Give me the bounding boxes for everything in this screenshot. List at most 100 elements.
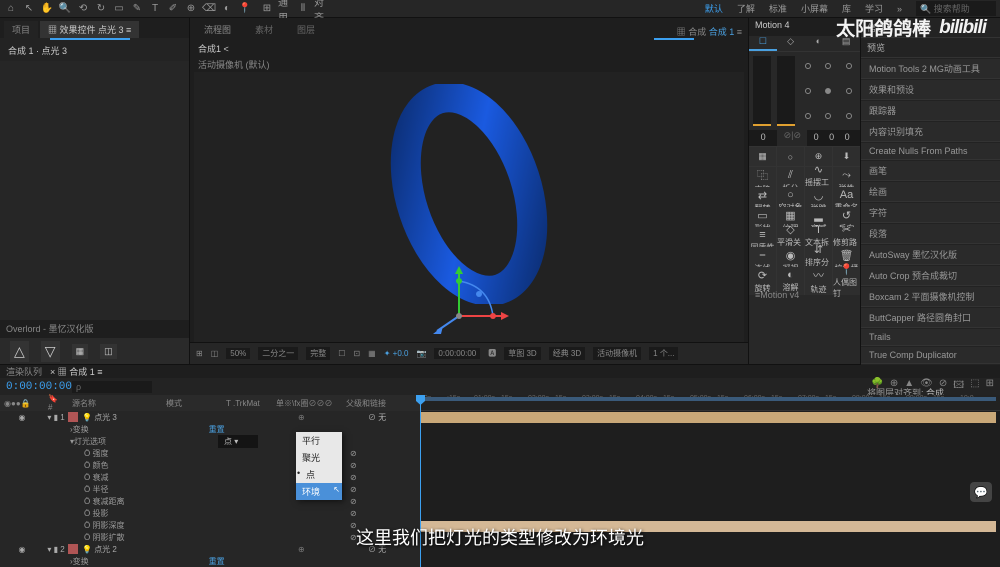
panel-跟踪器[interactable]: 跟踪器 [861,100,1000,120]
views-dropdown[interactable]: 1 个... [649,347,678,360]
motion-val-left[interactable]: 0 [749,130,777,146]
tool-brush[interactable]: ✐ [166,2,180,16]
prop-投影[interactable]: Ö 投影⊘ [0,507,420,519]
tl-icon-2[interactable]: ⊕ [890,378,898,395]
guide-icon[interactable]: ▦ [368,349,376,358]
panel-AutoSway 墨忆汉化版[interactable]: AutoSway 墨忆汉化版 [861,244,1000,264]
tool-orbit[interactable]: ⟲ [76,2,90,16]
overlord-tool-2[interactable]: ▽ [41,341,60,362]
motion-tab-2[interactable]: ◇ [777,36,805,51]
tool-pen[interactable]: ✎ [130,2,144,16]
overlord-tool-4[interactable]: ◫ [100,344,117,359]
transform-group[interactable]: › 变换重置 [0,423,420,435]
home-icon[interactable]: ⌂ [4,2,18,16]
panel-画笔[interactable]: 画笔 [861,160,1000,180]
tl-icon-5[interactable]: ⊘ [939,378,947,395]
tool-eraser[interactable]: ⌫ [202,2,216,16]
time-display[interactable]: 0:00:00:00 [434,348,480,359]
alpha-icon[interactable]: ⊡ [353,349,360,358]
tool-zoom[interactable]: 🔍 [58,2,72,16]
tl-icon-7[interactable]: ⬚ [970,378,979,395]
prop-衰减距离[interactable]: Ö 衰减距离⊘ [0,495,420,507]
tool-rect[interactable]: ▭ [112,2,126,16]
effects-icon[interactable]: ✦ +0.0 [384,349,409,358]
prop-半径[interactable]: Ö 半径⊘ [0,483,420,495]
align-icon[interactable]: ⫴ [296,2,310,16]
motion-action-4[interactable]: ⬇ [833,147,860,166]
tool-roto[interactable]: ◐ [220,2,234,16]
panel-段落[interactable]: 段落 [861,223,1000,243]
motion-tab-1[interactable]: ☐ [749,36,777,51]
tool-stamp[interactable]: ⊕ [184,2,198,16]
panel-Create Nulls From Paths[interactable]: Create Nulls From Paths [861,142,1000,159]
prop-衰减[interactable]: Ö 衰减⊘ [0,471,420,483]
panel-内容识别填充[interactable]: 内容识别填充 [861,121,1000,141]
panel-绘画[interactable]: 绘画 [861,181,1000,201]
motion-action-1[interactable]: ▦ [749,147,777,166]
light-option-ambient[interactable]: 环境↖ [296,483,342,500]
motion-tab-3[interactable]: ◐ [805,36,833,51]
light-option-spot[interactable]: 聚光 [296,449,342,466]
3d-gizmo[interactable] [429,266,509,336]
snapshot-icon[interactable]: 📷 [416,349,426,358]
tool-text[interactable]: T [148,2,162,16]
viewport[interactable]: ✺ [194,72,744,342]
tl-icon-4[interactable]: 👁 [920,378,933,395]
tool-arrow[interactable]: ↖ [22,2,36,16]
prop-强度[interactable]: Ö 强度⊘ [0,447,420,459]
tl-icon-6[interactable]: 🖾 [953,378,964,395]
snap-general[interactable]: 通用 [278,2,292,16]
transform-group-2[interactable]: › 变换重置 [0,555,420,567]
zoom-dropdown[interactable]: 50% [226,348,250,359]
mask-icon[interactable]: ◫ [211,349,219,358]
grid-icon[interactable]: ⊞ [196,349,203,358]
panel-ButtCapper 路径圆角封口[interactable]: ButtCapper 路径圆角封口 [861,307,1000,327]
panel-字符[interactable]: 字符 [861,202,1000,222]
workspace-learn[interactable]: 了解 [737,2,755,15]
camera-dropdown[interactable]: 活动摄像机 [593,347,641,360]
panel-True Comp Duplicator[interactable]: True Comp Duplicator [861,346,1000,363]
tab-effect-controls[interactable]: ▦ 效果控件 点光 3 ≡ [40,21,139,38]
panel-Auto Crop 预合成裁切[interactable]: Auto Crop 预合成裁切 [861,265,1000,285]
motion-val-right[interactable]: 0 0 0 [807,130,860,146]
chat-icon[interactable]: 💬 [970,482,992,502]
tab-layer[interactable]: 图层 [289,21,323,38]
fx-icon[interactable]: ☐ [338,349,345,358]
tab-footage[interactable]: 素材 [247,21,281,38]
overlord-tool-1[interactable]: △ [10,341,29,362]
tool-pin[interactable]: 📍 [238,2,252,16]
tab-project[interactable]: 项目 [4,21,38,38]
motion-slider-2[interactable] [777,56,795,126]
light-option-parallel[interactable]: 平行 [296,432,342,449]
draft-3d[interactable]: 草图 3D [504,347,540,360]
tl-icon-1[interactable]: 🌳 [871,378,883,395]
motion-link-icon[interactable]: ⊘|⊘ [777,130,807,146]
snap-icon[interactable]: ⊞ [260,2,274,16]
tl-icon-8[interactable]: ⊞ [986,378,994,395]
tab-flowchart[interactable]: 流程图 [196,21,239,38]
tab-comp-timeline[interactable]: × ▦ 合成 1 ≡ [50,365,103,378]
motion-action-2[interactable]: ○ [777,147,805,166]
anchor-grid[interactable] [801,56,856,126]
light-option-point[interactable]: 点 [296,466,342,483]
layer-row-1[interactable]: ◉▾ ▮ 1 💡 点光 3 ⊕ ⊘ 无 [0,411,420,423]
light-options-group[interactable]: ▾ 灯光选项点 ▾ [0,435,420,447]
motion-slider-1[interactable] [753,56,771,126]
resolution-dropdown[interactable]: 二分之一 [258,347,298,360]
tool-rotate[interactable]: ↻ [94,2,108,16]
workspace-default[interactable]: 默认 [705,2,723,15]
panel-Trails[interactable]: Trails [861,328,1000,345]
renderer-dropdown[interactable]: 经典 3D [549,347,585,360]
snap-align[interactable]: 对齐 [314,2,328,16]
tab-render-queue[interactable]: 渲染队列 [6,365,42,378]
tl-icon-3[interactable]: ▲ [904,378,914,395]
prop-颜色[interactable]: Ö 颜色⊘ [0,459,420,471]
timecode-display[interactable]: 0:00:00:00 [6,381,66,393]
full-button[interactable]: 完整 [306,347,330,360]
panel-Boxcam 2 平面摄像机控制[interactable]: Boxcam 2 平面摄像机控制 [861,286,1000,306]
overlord-tool-3[interactable]: ▦ [72,344,89,359]
workspace-more[interactable]: » [897,4,902,14]
3d-icon[interactable]: 🅰 [488,348,496,359]
panel-Motion Tools 2 MG动画工具[interactable]: Motion Tools 2 MG动画工具 [861,58,1000,78]
timeline-search[interactable]: ρ [72,381,152,393]
